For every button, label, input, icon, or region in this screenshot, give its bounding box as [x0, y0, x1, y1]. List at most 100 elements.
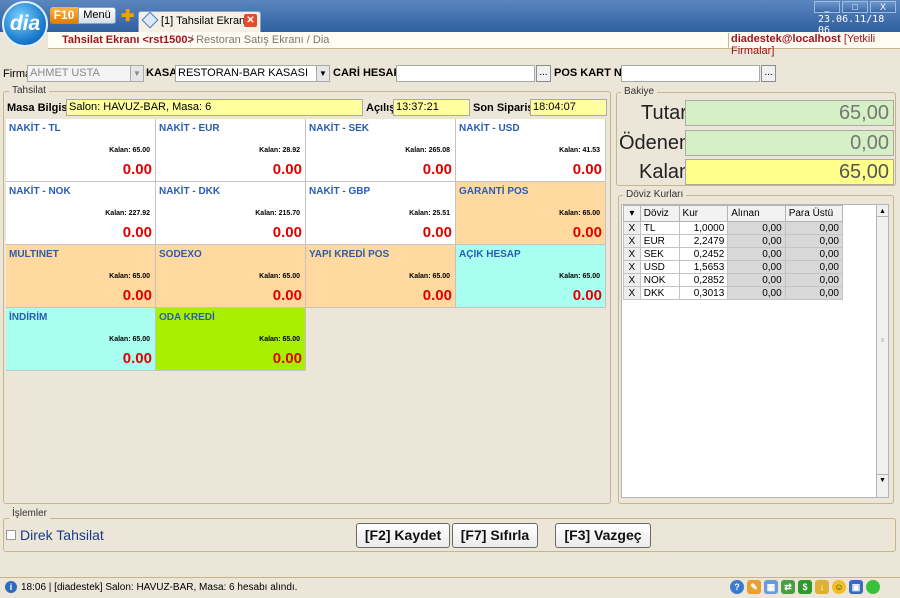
- user-name: diadestek@localhost: [731, 33, 841, 45]
- payment-cell[interactable]: ODA KREDİ Kalan: 65.00 0.00: [156, 308, 306, 371]
- remove-row-button[interactable]: X: [623, 234, 641, 248]
- alinan-cell[interactable]: 0,00: [727, 273, 786, 287]
- payment-cell[interactable]: İNDİRİM Kalan: 65.00 0.00: [6, 308, 156, 371]
- direk-tahsilat-label[interactable]: Direk Tahsilat: [20, 527, 104, 543]
- payment-cell[interactable]: NAKİT - GBP Kalan: 25.51 0.00: [306, 182, 456, 245]
- col-alinan[interactable]: Alınan: [727, 205, 786, 222]
- remove-row-button[interactable]: X: [623, 247, 641, 261]
- currency-icon[interactable]: $: [798, 580, 812, 594]
- table-row[interactable]: X EUR 2,2479 0,00 0,00: [623, 234, 844, 248]
- close-tab-icon[interactable]: ✕: [244, 14, 257, 27]
- table-row[interactable]: X SEK 0,2452 0,00 0,00: [623, 247, 844, 261]
- odenen-label: Ödenen: [619, 132, 691, 154]
- remove-row-button[interactable]: X: [623, 260, 641, 274]
- payment-cell-amount[interactable]: 0.00: [423, 224, 452, 241]
- payment-cell[interactable]: NAKİT - TL Kalan: 65.00 0.00: [6, 119, 156, 182]
- payment-cell[interactable]: GARANTİ POS Kalan: 65.00 0.00: [456, 182, 606, 245]
- table-row[interactable]: X DKK 0,3013 0,00 0,00: [623, 286, 844, 300]
- payment-cell[interactable]: SODEXO Kalan: 65.00 0.00: [156, 245, 306, 308]
- remove-row-button[interactable]: X: [623, 221, 641, 235]
- payment-cell-amount[interactable]: 0.00: [273, 287, 302, 304]
- payment-cell-amount[interactable]: 0.00: [423, 161, 452, 178]
- firma-value: AHMET USTA: [30, 67, 100, 79]
- alinan-cell[interactable]: 0,00: [727, 286, 786, 300]
- scroll-grip-icon[interactable]: ≡: [878, 338, 887, 352]
- add-tab-icon[interactable]: ✚: [121, 6, 134, 26]
- col-doviz[interactable]: Döviz: [639, 205, 680, 222]
- table-row[interactable]: X USD 1,5653 0,00 0,00: [623, 260, 844, 274]
- scroll-up-icon[interactable]: ▲: [877, 206, 888, 217]
- payment-cell-amount[interactable]: 0.00: [273, 224, 302, 241]
- remove-row-button[interactable]: X: [623, 273, 641, 287]
- payment-cell-amount[interactable]: 0.00: [123, 287, 152, 304]
- alinan-cell[interactable]: 0,00: [727, 260, 786, 274]
- title-bar: [0, 0, 900, 32]
- payment-cell[interactable]: YAPI KREDİ POS Kalan: 65.00 0.00: [306, 245, 456, 308]
- smiley-icon[interactable]: ☺: [832, 580, 846, 594]
- doviz-scrollbar[interactable]: ▲ ≡ ▼: [876, 204, 889, 498]
- col-para-ustu[interactable]: Para Üstü: [784, 205, 844, 222]
- online-status-icon[interactable]: [866, 580, 880, 594]
- payment-cell-kalan: Kalan: 65.00: [409, 273, 450, 280]
- tools-icon[interactable]: ✎: [747, 580, 761, 594]
- cari-lookup-button[interactable]: ...: [536, 65, 551, 82]
- vazgec-button[interactable]: [F3] Vazgeç: [555, 523, 651, 548]
- payment-cell-amount[interactable]: 0.00: [273, 161, 302, 178]
- sifirla-button[interactable]: [F7] Sıfırla: [452, 523, 538, 548]
- close-window-button[interactable]: X: [870, 1, 896, 13]
- acilis-field: 13:37:21: [393, 99, 470, 116]
- kasa-value: RESTORAN-BAR KASASI: [178, 67, 308, 79]
- cari-input[interactable]: [396, 65, 535, 82]
- payment-cell[interactable]: NAKİT - SEK Kalan: 265.08 0.00: [306, 119, 456, 182]
- table-row[interactable]: X NOK 0,2852 0,00 0,00: [623, 273, 844, 287]
- scroll-down-icon[interactable]: ▼: [877, 474, 888, 485]
- para-ustu-cell: 0,00: [784, 247, 844, 261]
- exchange-icon[interactable]: ⇄: [781, 580, 795, 594]
- download-icon[interactable]: ↓: [815, 580, 829, 594]
- direk-tahsilat-checkbox[interactable]: [6, 530, 16, 540]
- alinan-cell[interactable]: 0,00: [727, 234, 786, 248]
- payment-cell-amount[interactable]: 0.00: [273, 350, 302, 367]
- lock-icon[interactable]: ▣: [849, 580, 863, 594]
- minimize-button[interactable]: _: [814, 1, 840, 13]
- tutar-label: Tutar: [641, 102, 687, 124]
- payment-cell[interactable]: NAKİT - USD Kalan: 41.53 0.00: [456, 119, 606, 182]
- payment-cell-amount[interactable]: 0.00: [573, 161, 602, 178]
- alinan-cell[interactable]: 0,00: [727, 221, 786, 235]
- bakiye-group-label: Bakiye: [621, 86, 658, 97]
- payment-cell-amount[interactable]: 0.00: [123, 224, 152, 241]
- firma-select[interactable]: AHMET USTA ▼: [27, 65, 144, 82]
- maximize-button[interactable]: □: [842, 1, 868, 13]
- payment-cell-name: ODA KREDİ: [159, 312, 215, 323]
- calculator-icon[interactable]: ▦: [764, 580, 778, 594]
- payment-cell[interactable]: NAKİT - EUR Kalan: 28.92 0.00: [156, 119, 306, 182]
- pos-input[interactable]: [621, 65, 760, 82]
- kasa-select[interactable]: RESTORAN-BAR KASASI ▼: [175, 65, 330, 82]
- pos-lookup-button[interactable]: ...: [761, 65, 776, 82]
- payment-cell[interactable]: NAKİT - NOK Kalan: 227.92 0.00: [6, 182, 156, 245]
- help-icon[interactable]: ?: [730, 580, 744, 594]
- doviz-cell: SEK: [639, 247, 680, 261]
- payment-cell[interactable]: MULTINET Kalan: 65.00 0.00: [6, 245, 156, 308]
- tutar-value: 65,00: [685, 100, 894, 126]
- window-controls: _ □ X: [814, 1, 896, 13]
- menu-button[interactable]: Menü: [78, 7, 116, 24]
- breadcrumb-path[interactable]: / Restoran Satış Ekranı / Dia: [190, 34, 329, 46]
- payment-cell-amount[interactable]: 0.00: [573, 224, 602, 241]
- col-kur[interactable]: Kur: [678, 205, 729, 222]
- payment-cell-amount[interactable]: 0.00: [123, 350, 152, 367]
- kaydet-button[interactable]: [F2] Kaydet: [356, 523, 450, 548]
- payment-cell-amount[interactable]: 0.00: [123, 161, 152, 178]
- column-menu-icon[interactable]: ▾: [623, 205, 641, 222]
- payment-cell-amount[interactable]: 0.00: [573, 287, 602, 304]
- payment-cell-amount[interactable]: 0.00: [423, 287, 452, 304]
- payment-cell-kalan: Kalan: 65.00: [559, 273, 600, 280]
- f10-badge[interactable]: F10: [50, 7, 78, 24]
- payment-cell-name: NAKİT - SEK: [309, 123, 369, 134]
- alinan-cell[interactable]: 0,00: [727, 247, 786, 261]
- dia-logo[interactable]: dia: [2, 1, 48, 47]
- payment-cell[interactable]: AÇIK HESAP Kalan: 65.00 0.00: [456, 245, 606, 308]
- remove-row-button[interactable]: X: [623, 286, 641, 300]
- table-row[interactable]: X TL 1,0000 0,00 0,00: [623, 221, 844, 235]
- payment-cell[interactable]: NAKİT - DKK Kalan: 215.70 0.00: [156, 182, 306, 245]
